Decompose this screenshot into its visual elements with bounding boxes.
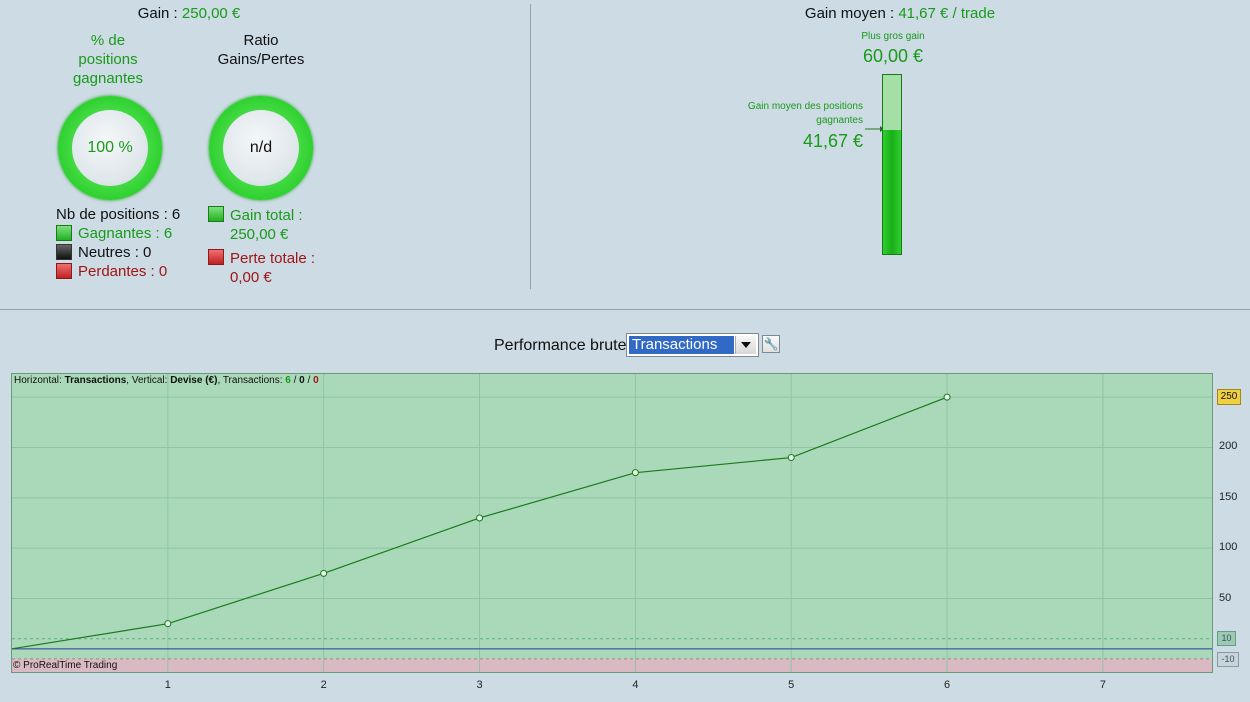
data-point: [164, 620, 172, 628]
gain-label: Gain :: [137, 5, 182, 22]
lower-threshold-tag: -10: [1217, 652, 1239, 667]
ratio-title: Ratio Gains/Pertes: [196, 31, 326, 69]
x-tick-label: 7: [1099, 679, 1106, 691]
neutral-count: Neutres : 0: [78, 244, 152, 261]
chart-plot: [12, 374, 1212, 672]
performance-chart[interactable]: Horizontal: Transactions, Vertical: Devi…: [11, 373, 1213, 673]
chart-info: Horizontal: Transactions, Vertical: Devi…: [14, 375, 319, 386]
gain-total-label: Gain total :: [230, 207, 303, 224]
gain-total-value: 250,00 €: [230, 226, 289, 243]
y-tick-label: 200: [1219, 440, 1238, 453]
average-gain-value: 41,67 € / trade: [898, 5, 996, 22]
biggest-gain-value: 60,00 €: [862, 46, 924, 66]
gain-total: Gain total : 250,00 €: [230, 206, 303, 244]
biggest-gain-label: Plus gros gain: [861, 31, 925, 42]
dropdown-selected-value: Transactions: [629, 336, 734, 354]
chart-info-text: /: [304, 375, 314, 386]
performance-label: Performance brute: [494, 337, 627, 354]
chart-info-loss: 0: [313, 375, 319, 386]
perte-totale-value: 0,00 €: [230, 269, 272, 286]
ratio-ring: n/d: [209, 96, 313, 200]
chart-info-text: Transactions: [64, 375, 127, 386]
pct-winning-value: 100 %: [72, 110, 148, 186]
winning-legend-icon: [56, 225, 72, 241]
x-tick-label: 1: [164, 679, 171, 691]
chart-info-text: , Transactions:: [217, 375, 286, 386]
data-point: [943, 393, 951, 401]
gain-total-icon: [208, 206, 224, 222]
data-point: [320, 569, 328, 577]
view-mode-dropdown[interactable]: Transactions: [626, 333, 759, 357]
ratio-title-line: Gains/Pertes: [217, 51, 305, 68]
avg-winners-label-line: gagnantes: [816, 115, 863, 126]
neutral-legend-icon: [56, 244, 72, 260]
winning-count: Gagnantes : 6: [78, 225, 173, 242]
chevron-down-icon[interactable]: [735, 336, 756, 354]
perte-totale-icon: [208, 249, 224, 265]
pct-winning-title: % de positions gagnantes: [50, 31, 166, 88]
ratio-value: n/d: [223, 110, 299, 186]
average-gain: Gain moyen : 41,67 € / trade: [700, 5, 1100, 22]
data-point: [631, 469, 639, 477]
data-point: [476, 514, 484, 522]
avg-winners-label: Gain moyen des positions gagnantes: [700, 100, 863, 128]
perte-totale-label: Perte totale :: [230, 250, 316, 267]
vertical-separator: [530, 4, 531, 289]
avg-winners-value: 41,67 €: [802, 131, 863, 151]
y-tick-label: 150: [1219, 490, 1238, 503]
average-gain-bar-fill: [883, 129, 901, 254]
y-tick-label: 100: [1219, 541, 1238, 554]
x-tick-label: 3: [476, 679, 483, 691]
average-gain-label: Gain moyen :: [804, 5, 899, 22]
current-value-tag: 250: [1217, 389, 1241, 405]
horizontal-separator: [0, 309, 1250, 310]
wrench-icon[interactable]: 🔧: [762, 335, 780, 353]
chart-info-text: /: [290, 375, 300, 386]
pointer-arrow-icon: [865, 126, 884, 132]
chart-info-text: Devise (€): [170, 375, 218, 386]
ratio-title-line: Ratio: [243, 32, 279, 49]
losing-legend-icon: [56, 263, 72, 279]
negative-zone: [12, 658, 1212, 672]
y-tick-label: 50: [1219, 591, 1232, 604]
x-tick-label: 2: [320, 679, 327, 691]
pct-winning-ring: 100 %: [58, 96, 162, 200]
losing-count: Perdantes : 0: [78, 263, 168, 280]
avg-winners-label-line: Gain moyen des positions: [747, 101, 863, 112]
copyright: © ProRealTime Trading: [13, 660, 118, 671]
average-gain-bar: [882, 74, 902, 255]
data-point: [787, 454, 795, 462]
gain-value: 250,00 €: [181, 5, 241, 22]
pct-title-line: % de: [90, 32, 126, 49]
x-tick-label: 4: [632, 679, 639, 691]
perte-totale: Perte totale : 0,00 €: [230, 249, 315, 287]
x-tick-label: 6: [944, 679, 951, 691]
nb-positions: Nb de positions : 6: [56, 206, 181, 223]
chart-info-text: Horizontal:: [14, 375, 65, 386]
gain-summary: Gain : 250,00 €: [0, 5, 378, 22]
chart-info-text: , Vertical:: [126, 375, 171, 386]
x-tick-label: 5: [788, 679, 795, 691]
pct-title-line: positions: [78, 51, 138, 68]
pct-title-line: gagnantes: [72, 70, 144, 87]
upper-threshold-tag: 10: [1217, 631, 1236, 646]
